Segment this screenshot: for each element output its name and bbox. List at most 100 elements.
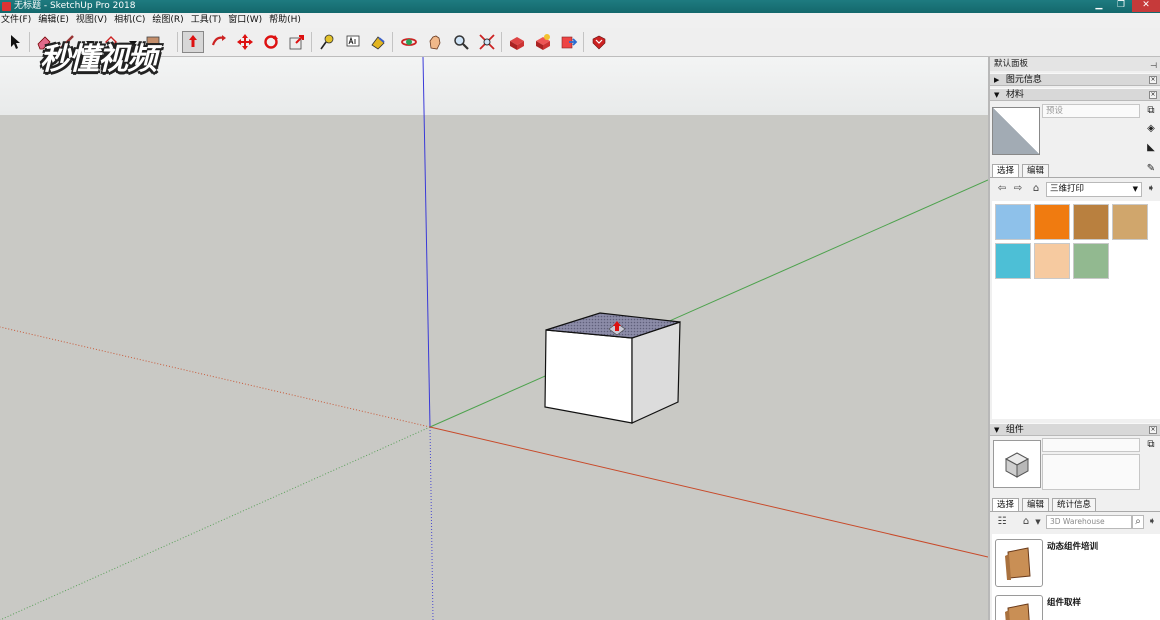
back-arrow-icon[interactable]: ⇦	[996, 183, 1008, 195]
scene-canvas[interactable]	[0, 57, 988, 620]
component-name-field[interactable]	[1042, 438, 1140, 452]
menu-help[interactable]: 帮助(H)	[268, 13, 305, 28]
component-item-thumbnail[interactable]	[995, 595, 1043, 620]
menu-bar: 文件(F) 编辑(E) 视图(V) 相机(C) 绘图(R) 工具(T) 窗口(W…	[0, 13, 1160, 28]
component-search-input[interactable]: 3D Warehouse	[1046, 515, 1132, 529]
toolbar-separator	[311, 32, 312, 52]
chevron-down-icon[interactable]: ▼	[1032, 516, 1044, 528]
eyedropper-icon[interactable]: ✎	[1145, 163, 1157, 175]
tape-measure-tool-icon[interactable]	[316, 31, 338, 53]
select-tool-icon[interactable]	[4, 31, 26, 53]
main-toolbar	[0, 28, 1160, 57]
close-panel-icon[interactable]: ×	[1149, 426, 1157, 434]
modeling-viewport[interactable]	[0, 57, 988, 620]
push-pull-tool-icon[interactable]	[182, 31, 204, 53]
menu-file[interactable]: 文件(F)	[0, 13, 35, 28]
tray-title: 默认面板	[994, 59, 1029, 69]
entity-info-panel-header[interactable]: ▶ 图元信息 ×	[990, 73, 1160, 86]
material-swatch[interactable]	[1034, 204, 1070, 240]
forward-arrow-icon[interactable]: ⇨	[1012, 183, 1024, 195]
zoom-tool-icon[interactable]	[450, 31, 472, 53]
tray-title-bar: 默认面板 ⊣	[990, 57, 1160, 71]
minimize-button[interactable]: ▁	[1088, 0, 1110, 12]
menu-tools[interactable]: 工具(T)	[190, 13, 226, 28]
component-description-field[interactable]	[1042, 454, 1140, 490]
tab-components-select[interactable]: 选择	[992, 498, 1020, 512]
close-panel-icon[interactable]: ×	[1149, 76, 1157, 84]
components-list: 动态组件培训 组件取样	[992, 534, 1160, 620]
material-swatch[interactable]	[1034, 243, 1070, 279]
pan-tool-icon[interactable]	[424, 31, 446, 53]
blue-axis-negative	[429, 426, 434, 620]
folder-icon	[1005, 603, 1030, 620]
rotate-tool-icon[interactable]	[260, 31, 282, 53]
menu-camera[interactable]: 相机(C)	[113, 13, 149, 28]
window-controls: ▁ ❐ ✕	[1088, 0, 1160, 13]
create-material-icon[interactable]: ◈	[1145, 123, 1157, 135]
material-collection-select[interactable]: 三维打印 ▼	[1046, 182, 1142, 197]
details-arrow-icon[interactable]: ➧	[1145, 183, 1157, 195]
collapse-arrow-icon: ▼	[994, 426, 1000, 434]
send-to-layout-icon[interactable]	[558, 31, 580, 53]
toolbar-separator	[583, 32, 584, 52]
components-label: 组件	[1005, 425, 1024, 435]
green-axis	[429, 179, 988, 428]
material-collection-value: 三维打印	[1050, 184, 1085, 194]
material-swatch[interactable]	[995, 204, 1031, 240]
orbit-tool-icon[interactable]	[398, 31, 420, 53]
material-swatch[interactable]	[995, 243, 1031, 279]
default-material-icon[interactable]: ◣	[1145, 142, 1157, 154]
box-front-face	[544, 329, 633, 424]
toolbar-separator	[177, 32, 178, 52]
maximize-button[interactable]: ❐	[1110, 0, 1132, 12]
green-axis-negative	[0, 426, 431, 620]
pin-icon[interactable]: ⊣	[1150, 59, 1157, 73]
component-item-label[interactable]: 组件取样	[1047, 596, 1081, 608]
tab-components-statistics[interactable]: 统计信息	[1052, 498, 1097, 512]
zoom-extents-icon[interactable]	[476, 31, 498, 53]
toolbar-separator	[29, 32, 30, 52]
toolbar-separator	[392, 32, 393, 52]
text-tool-icon[interactable]	[342, 31, 364, 53]
component-item-label[interactable]: 动态组件培训	[1047, 540, 1098, 552]
menu-window[interactable]: 窗口(W)	[227, 13, 266, 28]
watermark-logo: 秒懂视频	[40, 42, 157, 77]
paint-tool-icon[interactable]	[367, 31, 389, 53]
display-secondary-icon[interactable]: ⧉	[1145, 439, 1157, 451]
menu-draw[interactable]: 绘图(R)	[151, 13, 187, 28]
tab-materials-select[interactable]: 选择	[992, 164, 1020, 178]
menu-view[interactable]: 视图(V)	[75, 13, 111, 28]
view-options-icon[interactable]: ☷	[996, 516, 1008, 528]
tab-materials-edit[interactable]: 编辑	[1022, 164, 1050, 178]
tab-underline	[990, 177, 1160, 178]
material-swatch[interactable]	[1073, 204, 1109, 240]
details-arrow-icon[interactable]: ➧	[1146, 516, 1158, 528]
scale-tool-icon[interactable]	[286, 31, 308, 53]
tab-underline	[990, 511, 1160, 512]
materials-panel-header[interactable]: ▼ 材料 ×	[990, 88, 1160, 101]
menu-edit[interactable]: 编辑(E)	[37, 13, 73, 28]
extension-manager-icon[interactable]	[588, 31, 610, 53]
close-panel-icon[interactable]: ×	[1149, 91, 1157, 99]
box-right-face	[631, 321, 681, 424]
display-secondary-icon[interactable]: ⧉	[1145, 105, 1157, 117]
material-swatch[interactable]	[1112, 204, 1148, 240]
sketchup-window: 无标题 - SketchUp Pro 2018 ▁ ❐ ✕ 文件(F) 编辑(E…	[0, 0, 1160, 620]
3d-warehouse-icon[interactable]	[506, 31, 528, 53]
blue-axis	[422, 57, 431, 428]
search-icon[interactable]: ⌕	[1132, 515, 1144, 529]
material-swatch[interactable]	[1073, 243, 1109, 279]
red-axis-negative	[0, 326, 431, 428]
materials-label: 材料	[1005, 90, 1024, 100]
close-button[interactable]: ✕	[1132, 0, 1160, 12]
tab-components-edit[interactable]: 编辑	[1022, 498, 1050, 512]
home-icon[interactable]: ⌂	[1020, 516, 1032, 528]
components-panel-header[interactable]: ▼ 组件 ×	[990, 423, 1160, 436]
material-name-field[interactable]: 预设	[1042, 104, 1140, 118]
component-item-thumbnail[interactable]	[995, 539, 1043, 587]
materials-swatch-grid	[992, 201, 1160, 419]
home-icon[interactable]: ⌂	[1030, 183, 1042, 195]
extension-warehouse-icon[interactable]	[532, 31, 554, 53]
move-tool-icon[interactable]	[234, 31, 256, 53]
follow-me-tool-icon[interactable]	[208, 31, 230, 53]
